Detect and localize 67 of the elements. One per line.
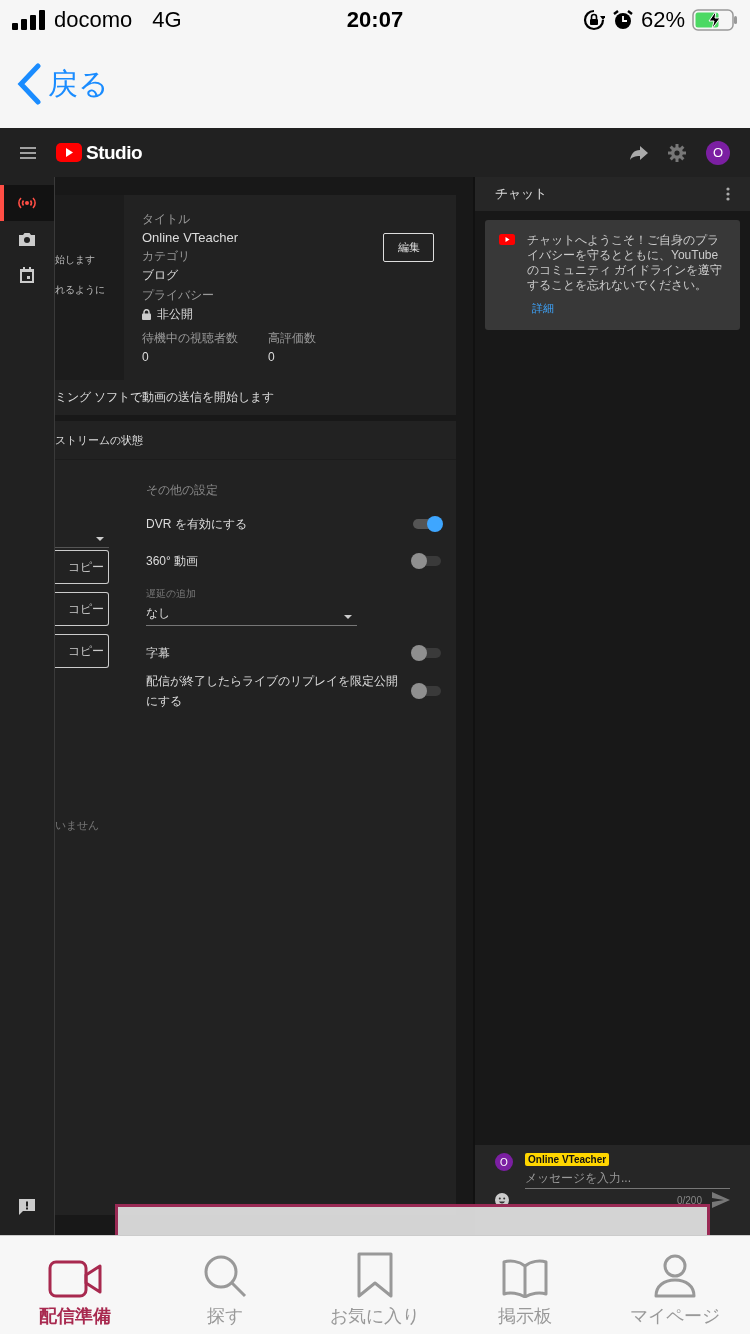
toggle-switch[interactable] xyxy=(413,686,441,696)
video-camera-icon xyxy=(48,1260,102,1298)
setting-label: 字幕 xyxy=(146,644,170,662)
field-label: プライバシー xyxy=(142,287,215,304)
battery-percent: 62% xyxy=(640,7,685,33)
chevron-left-icon xyxy=(16,63,42,105)
welcome-text: チャットへようこそ！ご自身のプライバシーを守るとともに、YouTube のコミュニティ ガイドラインを遵守することを忘れないでください。 xyxy=(527,233,724,293)
stat-label: 高評価数 xyxy=(268,330,316,347)
carrier-name: docomo xyxy=(54,7,133,33)
stat-label: 待機中の視聴者数 xyxy=(142,330,238,347)
network-type: 4G xyxy=(152,7,182,33)
settings-icon[interactable] xyxy=(668,143,686,162)
character-counter: 0/200 xyxy=(676,1194,702,1206)
rail-item[interactable] xyxy=(0,185,54,221)
copy-button[interactable]: コピー xyxy=(55,550,109,584)
field-label: カテゴリ xyxy=(142,248,191,265)
description-text: 始します xyxy=(55,253,96,267)
toggle-switch[interactable] xyxy=(413,647,441,658)
battery-icon xyxy=(692,9,738,31)
feedback-icon[interactable] xyxy=(19,1199,35,1215)
copy-button[interactable]: コピー xyxy=(55,592,109,626)
chat-title: チャット xyxy=(495,185,547,203)
studio-logo: Studio xyxy=(86,141,143,164)
setting-label: 配信が終了したらライブのリプレイを限定公開にする xyxy=(146,673,399,710)
delay-select[interactable]: なし xyxy=(146,605,357,626)
field-value: ブログ xyxy=(142,267,178,284)
signal-icon xyxy=(12,10,46,30)
details-link[interactable]: 詳細 xyxy=(527,301,554,316)
section-heading: ストリームの状態 xyxy=(55,432,143,448)
menu-icon[interactable] xyxy=(20,146,36,159)
toggle-switch[interactable] xyxy=(413,518,441,529)
bookmark-icon xyxy=(357,1252,393,1298)
message-input[interactable]: メッセージを入力... xyxy=(525,1170,730,1189)
play-logo-icon xyxy=(56,143,82,162)
setting-label: DVR を有効にする xyxy=(146,515,247,533)
select-label: 遅延の追加 xyxy=(146,587,197,601)
lock-icon xyxy=(142,309,151,320)
broadcast-icon xyxy=(17,196,37,210)
account-avatar[interactable]: O xyxy=(706,140,730,165)
stat-value: 0 xyxy=(142,350,150,364)
rotation-lock-icon xyxy=(582,9,605,31)
tab-item[interactable]: 配信準備 xyxy=(0,1236,150,1334)
send-icon[interactable] xyxy=(712,1192,730,1208)
person-icon xyxy=(654,1254,696,1298)
play-logo-icon xyxy=(499,234,515,245)
camera-icon xyxy=(19,232,35,246)
calendar-icon xyxy=(20,267,34,283)
alarm-icon xyxy=(611,9,634,31)
clock-time: 20:07 xyxy=(346,7,404,33)
search-icon xyxy=(203,1254,247,1298)
share-icon[interactable] xyxy=(630,145,648,160)
status-text: いません xyxy=(55,818,100,833)
open-book-icon xyxy=(502,1258,548,1298)
description-text: れるように xyxy=(55,283,106,297)
instruction-text: ミング ソフトで動画の送信を開始します xyxy=(55,389,275,406)
user-avatar: O xyxy=(495,1153,513,1171)
edit-button[interactable]: 編集 xyxy=(383,233,434,262)
field-value: 非公開 xyxy=(157,306,193,323)
field-value: Online VTeacher xyxy=(142,230,239,245)
author-badge: Online VTeacher xyxy=(525,1153,610,1166)
more-icon[interactable] xyxy=(726,187,730,201)
stat-value: 0 xyxy=(268,350,276,364)
setting-label: 360° 動画 xyxy=(146,552,199,570)
toggle-switch[interactable] xyxy=(413,555,441,566)
field-label: タイトル xyxy=(142,211,191,228)
settings-heading: その他の設定 xyxy=(146,482,219,499)
copy-button[interactable]: コピー xyxy=(55,634,109,668)
